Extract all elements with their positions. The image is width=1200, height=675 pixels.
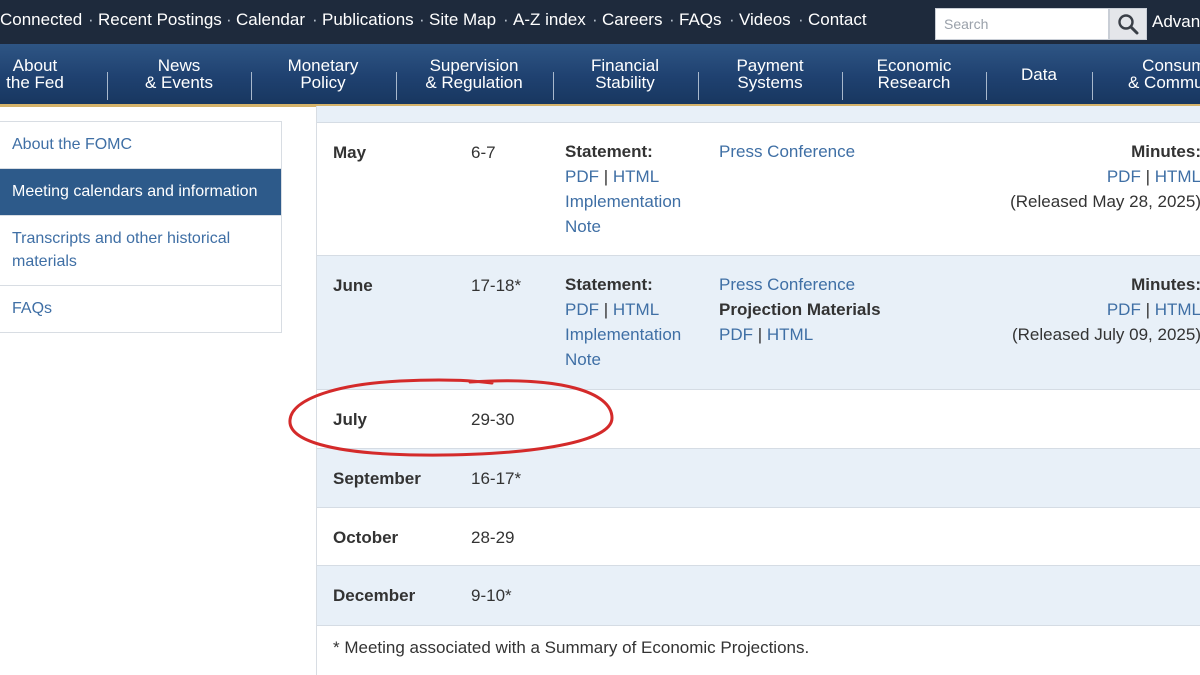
link-contact[interactable]: Contact: [808, 10, 867, 30]
meeting-calendar-table: May 6-7 Statement: PDF | HTML Implementa…: [316, 106, 1200, 675]
sidebar-item-transcripts[interactable]: Transcripts and other historical materia…: [0, 216, 281, 286]
search-button[interactable]: [1109, 8, 1147, 40]
nav-economic-research[interactable]: Economic Research: [842, 44, 986, 104]
press-cell: Press Conference: [719, 139, 855, 164]
minutes-cell: Minutes: PDF | HTML (Released July 09, 2…: [1012, 272, 1200, 347]
minutes-release-date: (Released July 09, 2025): [1011, 325, 1200, 344]
link-site-map[interactable]: Site Map: [429, 10, 496, 30]
press-conference-link[interactable]: Press Conference: [719, 275, 855, 294]
separator: ·: [503, 10, 509, 29]
implementation-note-link[interactable]: Implementation: [565, 192, 681, 211]
meeting-dates: 16-17*: [471, 469, 522, 488]
statement-label: Statement:: [565, 142, 653, 161]
link-videos[interactable]: Videos: [739, 10, 791, 30]
sidebar-item-meeting-calendars[interactable]: Meeting calendars and information: [0, 169, 281, 216]
minutes-html-link[interactable]: HTML: [1155, 167, 1200, 186]
sidebar-item-faqs[interactable]: FAQs: [0, 286, 281, 332]
separator: ·: [226, 10, 232, 29]
statement-cell: Statement: PDF | HTML Implementation Not…: [565, 272, 681, 372]
minutes-label: Minutes:: [1131, 142, 1200, 161]
projection-html-link[interactable]: HTML: [767, 325, 813, 344]
link-connected[interactable]: Connected: [0, 10, 82, 30]
nav-news-events[interactable]: News & Events: [107, 44, 251, 104]
separator: ·: [88, 10, 94, 29]
sep-footnote: * Meeting associated with a Summary of E…: [333, 638, 810, 657]
previous-row-edge: [317, 106, 1200, 123]
nav-divider: [396, 72, 397, 100]
nav-about-the-fed[interactable]: About the Fed: [0, 44, 107, 104]
link-separator: |: [1145, 167, 1150, 186]
projection-pdf-link[interactable]: PDF: [719, 325, 753, 344]
minutes-label: Minutes:: [1131, 275, 1200, 294]
meeting-row-june: June 17-18* Statement: PDF | HTML Implem…: [317, 256, 1200, 390]
meeting-dates: 29-30: [471, 410, 515, 429]
link-a-z-index[interactable]: A-Z index: [513, 10, 586, 30]
link-separator: |: [1145, 300, 1150, 319]
meeting-row-october: October 28-29: [317, 508, 1200, 566]
meeting-month: May: [333, 143, 367, 162]
minutes-cell: Minutes: PDF | HTML (Released May 28, 20…: [1010, 139, 1200, 214]
statement-cell: Statement: PDF | HTML Implementation Not…: [565, 139, 681, 239]
minutes-release-date: (Released May 28, 2025): [1010, 192, 1200, 211]
minutes-html-link[interactable]: HTML: [1155, 300, 1200, 319]
meeting-month: July: [333, 410, 368, 429]
link-separator: |: [757, 325, 763, 344]
meeting-row-may: May 6-7 Statement: PDF | HTML Implementa…: [317, 123, 1200, 256]
separator: ·: [729, 10, 735, 29]
statement-pdf-link[interactable]: PDF: [565, 167, 599, 186]
statement-label: Statement:: [565, 275, 653, 294]
sidebar-item-about-fomc[interactable]: About the FOMC: [0, 122, 281, 169]
statement-html-link[interactable]: HTML: [613, 300, 659, 319]
meeting-row-july: July 29-30: [317, 390, 1200, 449]
meeting-row-december: December 9-10*: [317, 566, 1200, 626]
advanced-search-link[interactable]: Advanced: [1152, 12, 1200, 32]
meeting-dates: 6-7: [471, 143, 496, 162]
minutes-pdf-link[interactable]: PDF: [1107, 167, 1141, 186]
press-cell: Press Conference Projection Materials PD…: [719, 272, 881, 347]
nav-monetary-policy[interactable]: Monetary Policy: [251, 44, 395, 104]
meeting-month: June: [333, 276, 373, 295]
separator: ·: [798, 10, 804, 29]
implementation-note-link[interactable]: Note: [565, 350, 601, 369]
separator: ·: [419, 10, 425, 29]
press-conference-link[interactable]: Press Conference: [719, 142, 855, 161]
meeting-month: December: [333, 586, 416, 605]
nav-payment-systems[interactable]: Payment Systems: [698, 44, 842, 104]
statement-pdf-link[interactable]: PDF: [565, 300, 599, 319]
utility-bar: Connected · Recent Postings · Calendar ·…: [0, 0, 1200, 44]
search-icon: [1118, 14, 1139, 35]
separator: ·: [312, 10, 318, 29]
implementation-note-link[interactable]: Implementation: [565, 325, 681, 344]
meeting-month: October: [333, 528, 399, 547]
nav-divider: [1092, 72, 1093, 100]
link-calendar[interactable]: Calendar: [236, 10, 305, 30]
link-careers[interactable]: Careers: [602, 10, 662, 30]
nav-consumers-communities[interactable]: Consumers & Communities: [1128, 44, 1200, 104]
separator: ·: [592, 10, 598, 29]
link-separator: |: [603, 167, 609, 186]
minutes-pdf-link[interactable]: PDF: [1107, 300, 1141, 319]
projection-materials-label: Projection Materials: [719, 300, 881, 319]
meeting-row-september: September 16-17*: [317, 449, 1200, 508]
statement-links: PDF | HTML: [565, 164, 681, 189]
implementation-note-link[interactable]: Note: [565, 217, 601, 236]
nav-financial-stability[interactable]: Financial Stability: [553, 44, 697, 104]
meeting-dates: 17-18*: [471, 276, 522, 295]
link-recent-postings[interactable]: Recent Postings: [98, 10, 222, 30]
search-input[interactable]: [935, 8, 1109, 40]
link-publications[interactable]: Publications: [322, 10, 414, 30]
meeting-month: September: [333, 469, 421, 488]
meeting-dates: 28-29: [471, 528, 515, 547]
separator: ·: [669, 10, 675, 29]
main-navigation: About the Fed News & Events Monetary Pol…: [0, 44, 1200, 107]
statement-html-link[interactable]: HTML: [613, 167, 659, 186]
link-faqs[interactable]: FAQs: [679, 10, 722, 30]
nav-data[interactable]: Data: [967, 44, 1111, 104]
link-separator: |: [603, 300, 609, 319]
nav-supervision-regulation[interactable]: Supervision & Regulation: [402, 44, 546, 104]
sidebar-menu: About the FOMC Meeting calendars and inf…: [0, 121, 282, 333]
meeting-dates: 9-10*: [471, 586, 512, 605]
